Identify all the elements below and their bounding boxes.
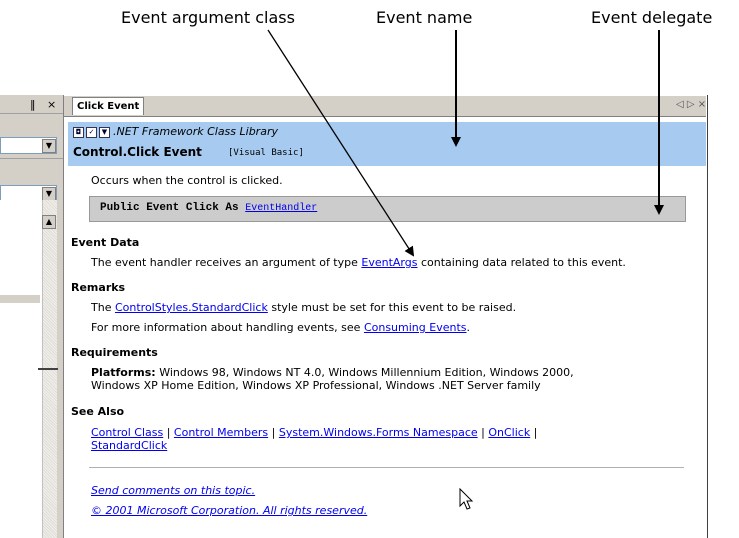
callout-arrows xyxy=(267,29,664,510)
arrow-to-eventargs xyxy=(267,29,415,257)
mouse-cursor-icon xyxy=(459,487,474,510)
